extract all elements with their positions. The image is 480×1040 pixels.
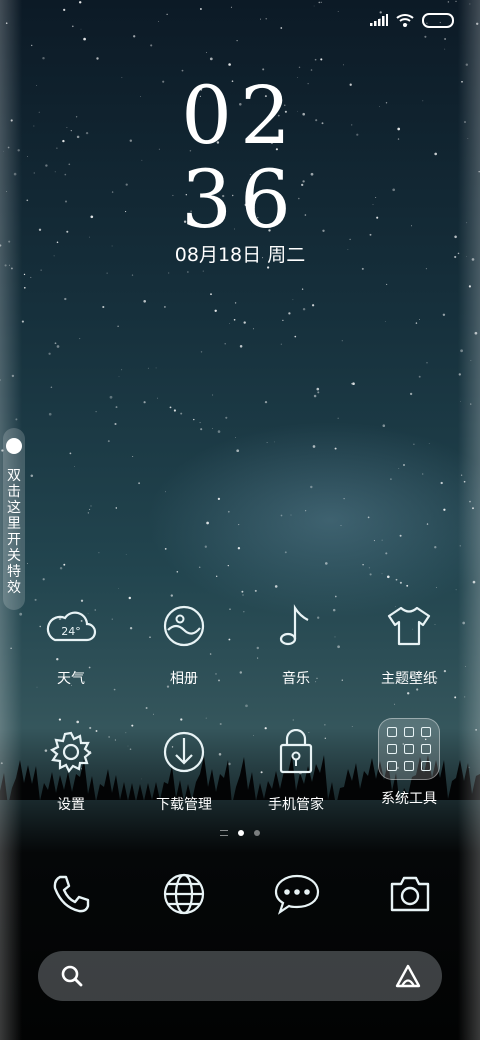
phone-icon (53, 875, 90, 913)
page-overview-icon[interactable] (220, 830, 228, 836)
browser-globe-icon (163, 873, 205, 915)
dock-browser[interactable] (154, 868, 214, 920)
dock-phone[interactable] (41, 868, 101, 920)
camera-icon (390, 876, 430, 912)
status-bar (370, 10, 454, 30)
dock-messages[interactable] (267, 868, 327, 920)
lock-shield-icon (268, 724, 324, 780)
gear-icon (43, 724, 99, 780)
app-themes[interactable]: 主题壁纸 (354, 598, 464, 688)
app-label: 主题壁纸 (381, 671, 437, 687)
folder-icon (378, 718, 440, 780)
page-dot[interactable] (254, 830, 260, 836)
date-label[interactable]: 08月18日 周二 (0, 240, 480, 267)
effects-toggle[interactable]: 双击这里开关特效 (3, 428, 25, 610)
app-label: 手机管家 (268, 797, 324, 813)
music-note-icon (268, 598, 324, 654)
battery-icon (422, 12, 454, 28)
messages-icon (274, 874, 320, 915)
search-bar[interactable] (38, 951, 442, 1001)
app-settings[interactable]: 设置 (16, 724, 126, 814)
weather-temp: 24° (61, 625, 81, 638)
signal-icon (370, 14, 388, 26)
dock-camera[interactable] (380, 868, 440, 920)
app-music[interactable]: 音乐 (241, 598, 351, 688)
app-label: 相册 (170, 671, 198, 687)
app-system-tools-folder[interactable]: 系统工具 (354, 718, 464, 808)
tshirt-icon (381, 598, 437, 654)
app-label: 天气 (57, 671, 85, 687)
app-downloads[interactable]: 下载管理 (129, 724, 239, 814)
app-label: 下载管理 (156, 797, 212, 813)
app-label: 设置 (57, 797, 85, 813)
gallery-icon (156, 598, 212, 654)
app-label: 音乐 (282, 671, 310, 687)
download-icon (156, 724, 212, 780)
app-label: 系统工具 (381, 791, 437, 807)
app-gallery[interactable]: 相册 (129, 598, 239, 688)
toggle-dot (6, 438, 22, 454)
weather-cloud-icon: 24° (43, 598, 99, 654)
page-indicator[interactable] (0, 830, 480, 836)
clock-minute: 36 (181, 153, 299, 246)
assistant-icon[interactable] (394, 963, 422, 989)
page-dot-active[interactable] (238, 830, 244, 836)
clock-hour: 02 (181, 69, 299, 162)
effects-toggle-label: 双击这里开关特效 (7, 468, 21, 596)
app-weather[interactable]: 24° 天气 (16, 598, 126, 688)
clock[interactable]: 02 36 (0, 74, 480, 242)
search-icon[interactable] (60, 964, 84, 988)
app-security[interactable]: 手机管家 (241, 724, 351, 814)
wifi-icon (396, 14, 414, 27)
